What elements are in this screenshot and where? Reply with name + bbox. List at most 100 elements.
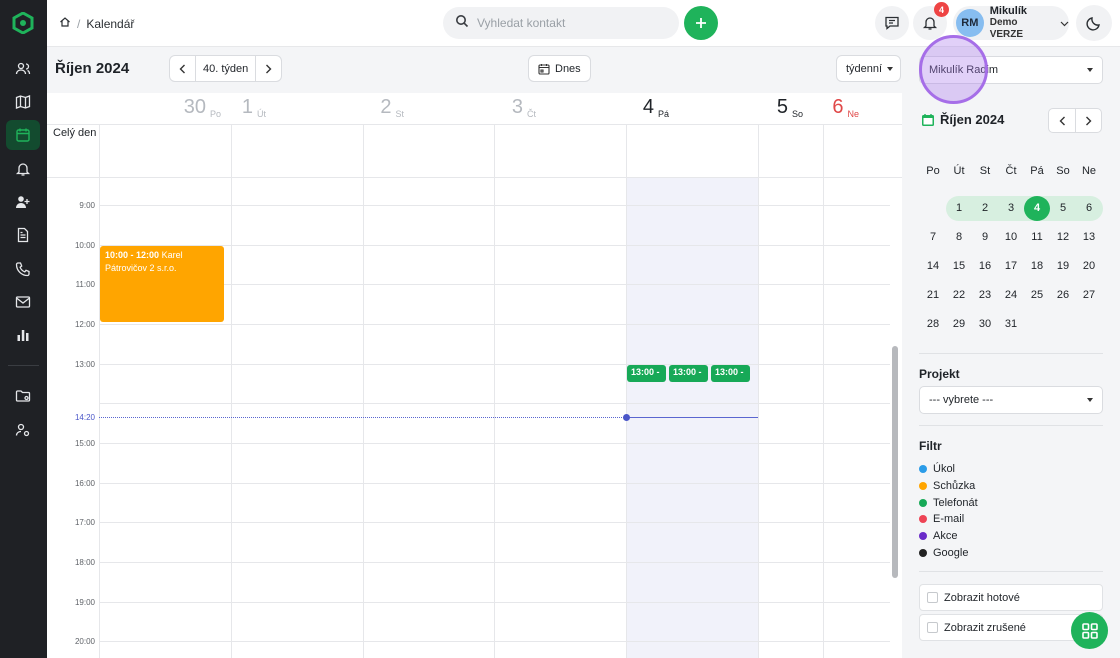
- project-select[interactable]: --- vybrete ---: [919, 386, 1103, 414]
- event-meeting[interactable]: 10:00 - 12:00 Karel Pátrovičov 2 s.r.o.: [100, 246, 224, 322]
- mini-day[interactable]: 21: [920, 283, 946, 308]
- mini-day[interactable]: 8: [946, 225, 972, 250]
- mini-day[interactable]: 14: [920, 254, 946, 279]
- hour-label: 19:00: [74, 598, 95, 607]
- notifications-button[interactable]: 4: [913, 2, 949, 40]
- day-header-sunday[interactable]: 6 Ne: [824, 93, 890, 125]
- folder-icon[interactable]: [6, 381, 40, 411]
- mini-day[interactable]: 9: [972, 225, 998, 250]
- week-label[interactable]: 40. týden: [195, 56, 257, 81]
- weekday-label: Ne: [1081, 165, 1097, 177]
- chevron-right-icon: [1086, 116, 1092, 125]
- prev-month-button[interactable]: [1049, 109, 1075, 132]
- show-done-checkbox[interactable]: Zobrazit hotové: [919, 584, 1103, 611]
- avatar: RM: [956, 9, 984, 37]
- hour-label: 10:00: [74, 241, 95, 250]
- sidebar: [0, 0, 47, 658]
- mini-day[interactable]: 3: [998, 196, 1024, 221]
- dark-mode-button[interactable]: [1076, 5, 1112, 41]
- filter-item[interactable]: Akce: [919, 530, 957, 542]
- day-header[interactable]: 1 Út: [231, 93, 363, 125]
- day-header-today[interactable]: 4 Pá: [626, 93, 758, 125]
- user-subtitle: Demo VERZE: [989, 17, 1024, 40]
- mini-day[interactable]: 12: [1050, 225, 1076, 250]
- right-panel: Mikulík Radim Říjen 2024 Po Út St Čt Pá …: [902, 47, 1120, 658]
- mini-day[interactable]: 28: [920, 312, 946, 337]
- search-input[interactable]: [477, 16, 657, 30]
- search-box[interactable]: [443, 7, 679, 39]
- current-time-label: 14:20: [74, 413, 95, 422]
- user-menu[interactable]: RM Mikulík Demo VERZE: [953, 5, 1069, 40]
- mini-day[interactable]: 7: [920, 225, 946, 250]
- current-time-line: [99, 417, 626, 418]
- filter-item[interactable]: Úkol: [919, 463, 955, 475]
- mini-day[interactable]: 5: [1050, 196, 1076, 221]
- event-call[interactable]: 13:00 -: [669, 365, 708, 382]
- today-button[interactable]: Dnes: [528, 55, 591, 82]
- caret-down-icon: [887, 66, 894, 71]
- event-call[interactable]: 13:00 -: [711, 365, 750, 382]
- mail-icon[interactable]: [6, 287, 40, 317]
- day-header[interactable]: 2 St: [363, 93, 495, 125]
- filter-item[interactable]: E-mail: [919, 513, 964, 525]
- mini-day[interactable]: 18: [1024, 254, 1050, 279]
- mini-day[interactable]: 24: [998, 283, 1024, 308]
- mini-day[interactable]: 27: [1076, 283, 1102, 308]
- prev-week-button[interactable]: [170, 56, 195, 81]
- mini-day-selected[interactable]: 4: [1024, 196, 1050, 221]
- mini-day[interactable]: 25: [1024, 283, 1050, 308]
- project-title: Projekt: [919, 367, 960, 381]
- view-select[interactable]: týdenní: [836, 55, 901, 82]
- mini-day[interactable]: 1: [946, 196, 972, 221]
- calendar-icon[interactable]: [6, 120, 40, 150]
- user-settings-icon[interactable]: [6, 415, 40, 445]
- mini-day[interactable]: 10: [998, 225, 1024, 250]
- mini-day[interactable]: 26: [1050, 283, 1076, 308]
- chart-icon[interactable]: [6, 320, 40, 350]
- mini-day[interactable]: 11: [1024, 225, 1050, 250]
- mini-day[interactable]: 22: [946, 283, 972, 308]
- filter-item[interactable]: Google: [919, 547, 968, 559]
- mini-day[interactable]: 23: [972, 283, 998, 308]
- add-button[interactable]: [684, 6, 718, 40]
- calendar-scrollbar[interactable]: [892, 346, 898, 578]
- mini-day[interactable]: 30: [972, 312, 998, 337]
- weekday-label: Čt: [1005, 165, 1017, 177]
- breadcrumb: / Kalendář: [59, 16, 134, 31]
- event-call[interactable]: 13:00 -: [627, 365, 666, 382]
- next-week-button[interactable]: [256, 56, 281, 81]
- mini-day[interactable]: 13: [1076, 225, 1102, 250]
- mini-day[interactable]: 16: [972, 254, 998, 279]
- contacts-icon[interactable]: [6, 54, 40, 84]
- user-add-icon[interactable]: [6, 187, 40, 217]
- hour-label: 20:00: [74, 637, 95, 646]
- day-header[interactable]: 30 Po: [99, 93, 231, 125]
- hour-label: 9:00: [79, 201, 95, 210]
- phone-icon[interactable]: [6, 254, 40, 284]
- chat-icon: [885, 16, 899, 30]
- chevron-right-icon: [266, 64, 272, 73]
- home-icon[interactable]: [59, 16, 71, 31]
- messages-button[interactable]: [875, 6, 909, 40]
- filter-item[interactable]: Schůzka: [919, 480, 975, 492]
- mini-day[interactable]: 17: [998, 254, 1024, 279]
- next-month-button[interactable]: [1075, 109, 1101, 132]
- search-icon: [455, 14, 469, 33]
- mini-day[interactable]: 6: [1076, 196, 1102, 221]
- day-header[interactable]: 3 Čt: [495, 93, 626, 125]
- caret-down-icon: [1087, 398, 1093, 402]
- filter-item[interactable]: Telefonát: [919, 497, 978, 509]
- document-icon[interactable]: [6, 220, 40, 250]
- hour-label: 18:00: [74, 558, 95, 567]
- mini-day[interactable]: 15: [946, 254, 972, 279]
- app-logo-icon[interactable]: [12, 11, 34, 35]
- mini-day[interactable]: 20: [1076, 254, 1102, 279]
- bell-icon[interactable]: [6, 154, 40, 184]
- map-icon[interactable]: [6, 87, 40, 117]
- mini-day[interactable]: 19: [1050, 254, 1076, 279]
- mini-day[interactable]: 29: [946, 312, 972, 337]
- apps-button[interactable]: [1071, 612, 1108, 649]
- day-header[interactable]: 5 So: [758, 93, 824, 125]
- mini-day[interactable]: 2: [972, 196, 998, 221]
- mini-day[interactable]: 31: [998, 312, 1024, 337]
